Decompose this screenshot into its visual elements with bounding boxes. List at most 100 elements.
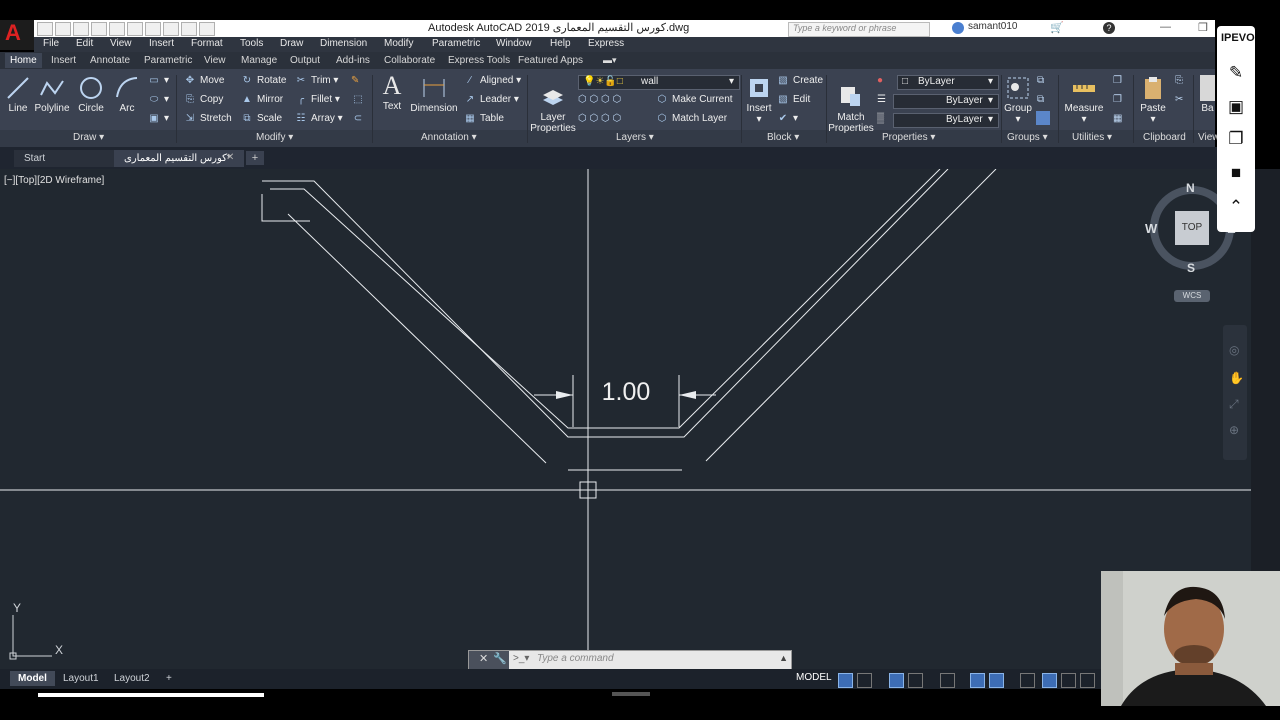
zoom-extents-icon[interactable]: ⤢ — [1229, 397, 1239, 412]
annotation-panel-title[interactable]: Annotation ▾ — [421, 132, 477, 143]
modify-panel-title[interactable]: Modify ▾ — [256, 132, 293, 143]
offset-icon[interactable]: ⊂ — [351, 113, 368, 124]
tab-current-drawing[interactable]: كورس التقسيم المعمارى* — [114, 150, 244, 167]
tab-output[interactable]: Output — [285, 53, 325, 68]
lineweight-dropdown[interactable]: ByLayer ▾ — [893, 113, 999, 128]
object-snap-icon[interactable] — [989, 673, 1004, 688]
menu-modify[interactable]: Modify — [384, 38, 413, 49]
menu-edit[interactable]: Edit — [76, 38, 93, 49]
color-wheel-icon[interactable]: ● — [877, 75, 883, 86]
region-icon[interactable]: ▣ ▾ — [147, 113, 169, 124]
paste-button[interactable]: Paste ▾ — [1137, 75, 1169, 125]
minimize-icon[interactable]: — — [1160, 21, 1171, 33]
grid-icon[interactable] — [838, 673, 853, 688]
tab-express-tools[interactable]: Express Tools — [443, 53, 515, 68]
dimension-button[interactable]: Dimension — [410, 75, 458, 114]
menu-window[interactable]: Window — [496, 38, 532, 49]
tab-layout1[interactable]: Layout1 — [55, 671, 107, 686]
snap-icon[interactable] — [857, 673, 872, 688]
menu-draw[interactable]: Draw — [280, 38, 303, 49]
web-icon[interactable] — [109, 22, 125, 36]
tab-home[interactable]: Home — [5, 53, 42, 68]
menu-express[interactable]: Express — [588, 38, 624, 49]
viewcube-south[interactable]: S — [1187, 261, 1195, 275]
user-name[interactable]: samant010 — [968, 21, 1017, 32]
cart-icon[interactable]: 🛒 — [1050, 21, 1064, 34]
make-current-button[interactable]: ⬡ Make Current — [655, 94, 733, 105]
copy-clip-icon[interactable]: ⎘ — [1175, 75, 1183, 86]
clipboard-panel-title[interactable]: Clipboard — [1143, 132, 1186, 143]
restore-icon[interactable]: ❒ — [1198, 21, 1208, 34]
viewcube-west[interactable]: W — [1145, 221, 1157, 236]
viewcube-north[interactable]: N — [1186, 181, 1195, 195]
base-view-button[interactable]: Ba — [1200, 75, 1215, 114]
add-layout-icon[interactable]: + — [158, 671, 180, 686]
copy-button[interactable]: ⎘ Copy — [183, 94, 223, 105]
search-input[interactable]: Type a keyword or phrase — [788, 22, 930, 37]
ribbon-options-icon[interactable]: ▬▾ — [603, 55, 617, 66]
tab-manage[interactable]: Manage — [236, 53, 282, 68]
steering-wheel-icon[interactable]: ◎ — [1229, 343, 1239, 357]
help-icon[interactable]: ? — [1103, 22, 1115, 34]
menu-dimension[interactable]: Dimension — [320, 38, 367, 49]
new-icon[interactable] — [37, 22, 53, 36]
tab-annotate[interactable]: Annotate — [85, 53, 135, 68]
properties-panel-title[interactable]: Properties ▾ — [882, 132, 935, 143]
dimension-text[interactable]: 1.00 — [573, 378, 679, 407]
pen-icon[interactable]: ✎ — [1225, 62, 1247, 84]
layers-panel-title[interactable]: Layers ▾ — [616, 132, 654, 143]
group-select-icon[interactable] — [1036, 111, 1050, 125]
lineweight-toggle-icon[interactable] — [1020, 673, 1035, 688]
close-command-icon[interactable]: ✕ — [479, 652, 488, 665]
annotate-icon[interactable]: ❐ — [1225, 128, 1247, 150]
lineweight-icon[interactable]: ☰ — [877, 94, 886, 105]
layer-properties-button[interactable]: Layer Properties — [530, 73, 576, 134]
autocad-logo[interactable]: A — [0, 20, 34, 50]
viewcube-top-face[interactable]: TOP — [1175, 222, 1209, 233]
linetype-dropdown[interactable]: ByLayer ▾ — [893, 94, 999, 109]
mirror-button[interactable]: ▲ Mirror — [240, 94, 283, 105]
rectangle-icon[interactable]: ▭ ▾ — [147, 75, 169, 86]
move-button[interactable]: ✥ Move — [183, 75, 225, 86]
undo-icon[interactable] — [145, 22, 161, 36]
wcs-menu[interactable]: WCS — [1174, 290, 1210, 302]
menu-parametric[interactable]: Parametric — [432, 38, 480, 49]
groups-panel-title[interactable]: Groups ▾ — [1007, 132, 1048, 143]
polyline-button[interactable]: Polyline — [34, 75, 70, 114]
quick-select-icon[interactable]: ❐ — [1113, 75, 1122, 86]
tab-collaborate[interactable]: Collaborate — [379, 53, 440, 68]
auto-scale-icon[interactable] — [1061, 673, 1076, 688]
leader-button[interactable]: ↗ Leader ▾ — [463, 94, 519, 105]
draw-panel-title[interactable]: Draw ▾ — [73, 132, 104, 143]
model-space-button[interactable]: MODEL — [796, 672, 832, 683]
trim-button[interactable]: ✂ Trim ▾ — [294, 75, 339, 86]
rotate-button[interactable]: ↻ Rotate — [240, 75, 287, 86]
color-dropdown[interactable]: □ ByLayer ▾ — [897, 75, 999, 90]
tab-view[interactable]: View — [199, 53, 231, 68]
group-button[interactable]: Group ▾ — [1003, 75, 1033, 125]
menu-file[interactable]: File — [43, 38, 59, 49]
erase-icon[interactable]: ✎ — [351, 75, 359, 86]
menu-view[interactable]: View — [110, 38, 132, 49]
hatch-icon[interactable]: ⬭ ▾ — [147, 94, 169, 105]
cut-icon[interactable]: ✂ — [1175, 94, 1183, 105]
match-layer-button[interactable]: ⬡ Match Layer — [655, 113, 727, 124]
video-scrubber[interactable] — [612, 692, 650, 696]
video-progress[interactable] — [38, 693, 264, 697]
measure-button[interactable]: Measure ▾ — [1062, 75, 1106, 125]
open-icon[interactable] — [55, 22, 71, 36]
match-properties-button[interactable]: Match Properties — [828, 73, 874, 134]
block-attribute-icon[interactable]: ✔ ▾ — [776, 113, 798, 124]
viewport-controls[interactable]: [−][Top][2D Wireframe] — [4, 175, 104, 186]
tab-parametric[interactable]: Parametric — [139, 53, 197, 68]
save-icon[interactable] — [73, 22, 89, 36]
share-icon[interactable] — [181, 22, 197, 36]
drawing-canvas[interactable] — [0, 169, 1251, 669]
command-line[interactable]: ✕ 🔧 >_▾ Type a command ▲ — [468, 650, 792, 670]
menu-help[interactable]: Help — [550, 38, 571, 49]
tab-start[interactable]: Start — [14, 150, 124, 167]
menu-format[interactable]: Format — [191, 38, 223, 49]
block-panel-title[interactable]: Block ▾ — [767, 132, 799, 143]
layer-dropdown[interactable]: 💡☀🔓□ wall ▾ — [578, 75, 740, 90]
new-tab-icon[interactable]: + — [246, 151, 264, 165]
